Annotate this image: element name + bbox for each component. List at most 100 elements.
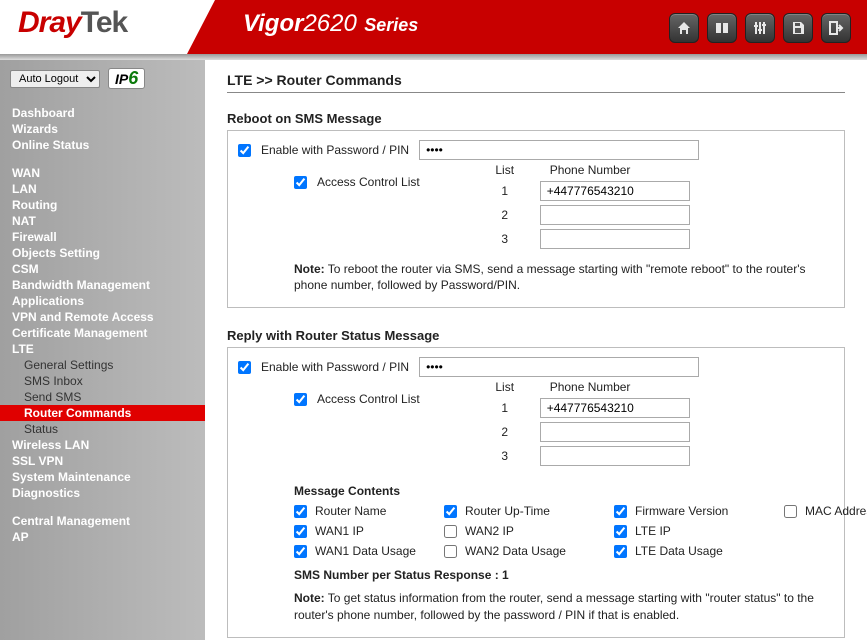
- nav-lte[interactable]: LTE: [12, 341, 193, 357]
- msg-content-option: [784, 524, 867, 538]
- nav-dashboard[interactable]: Dashboard: [12, 105, 193, 121]
- nav-apps[interactable]: Applications: [12, 293, 193, 309]
- msg-content-label: WAN1 Data Usage: [315, 544, 416, 558]
- msg-content-label: WAN1 IP: [315, 524, 364, 538]
- status-pin-input[interactable]: [419, 357, 699, 377]
- status-enable-checkbox[interactable]: [238, 361, 251, 374]
- nav-online-status[interactable]: Online Status: [12, 137, 193, 153]
- nav-lte-router-cmds[interactable]: Router Commands: [0, 405, 205, 421]
- msg-content-label: LTE IP: [635, 524, 671, 538]
- reboot-phone-2[interactable]: [540, 205, 690, 225]
- list-header-list: List: [490, 163, 520, 177]
- nav-lte-sms-inbox[interactable]: SMS Inbox: [12, 373, 193, 389]
- nav-wan[interactable]: WAN: [12, 165, 193, 181]
- ipv6-badge[interactable]: IP6: [108, 68, 145, 89]
- status-list-idx-1: 1: [490, 401, 520, 415]
- msg-content-checkbox[interactable]: [294, 545, 307, 558]
- status-phone-3[interactable]: [540, 446, 690, 466]
- status-acl-checkbox[interactable]: [294, 393, 307, 406]
- msg-content-option[interactable]: WAN1 Data Usage: [294, 544, 444, 558]
- msg-content-checkbox[interactable]: [614, 545, 627, 558]
- nav-wlan[interactable]: Wireless LAN: [12, 437, 193, 453]
- reboot-phone-1[interactable]: [540, 181, 690, 201]
- msg-content-label: Firmware Version: [635, 504, 728, 518]
- nav-lan[interactable]: LAN: [12, 181, 193, 197]
- list-header-list-2: List: [490, 380, 520, 394]
- msg-content-label: Router Up-Time: [465, 504, 550, 518]
- status-phone-2[interactable]: [540, 422, 690, 442]
- msg-content-checkbox[interactable]: [614, 505, 627, 518]
- sms-count-label: SMS Number per Status Response : 1: [294, 568, 834, 582]
- msg-content-option[interactable]: Router Name: [294, 504, 444, 518]
- nav-sysmaint[interactable]: System Maintenance: [12, 469, 193, 485]
- msg-content-label: Router Name: [315, 504, 386, 518]
- content-pane: LTE >> Router Commands Reboot on SMS Mes…: [205, 60, 867, 640]
- nav-central-mgmt[interactable]: Central Management: [12, 513, 193, 529]
- msg-content-checkbox[interactable]: [294, 505, 307, 518]
- msg-content-option[interactable]: LTE IP: [614, 524, 784, 538]
- msg-content-option[interactable]: LTE Data Usage: [614, 544, 784, 558]
- nav-lte-send-sms[interactable]: Send SMS: [12, 389, 193, 405]
- nav-nat[interactable]: NAT: [12, 213, 193, 229]
- nav-sslvpn[interactable]: SSL VPN: [12, 453, 193, 469]
- save-icon[interactable]: [783, 13, 813, 43]
- product-prefix: Vigor: [243, 10, 303, 37]
- product-model: 2620: [303, 10, 356, 37]
- msg-content-option[interactable]: WAN2 IP: [444, 524, 614, 538]
- nav-vpn[interactable]: VPN and Remote Access: [12, 309, 193, 325]
- panel-reboot: Enable with Password / PIN Access Contro…: [227, 130, 845, 308]
- nav-wizards[interactable]: Wizards: [12, 121, 193, 137]
- msg-content-option[interactable]: Firmware Version: [614, 504, 784, 518]
- msg-content-label: LTE Data Usage: [635, 544, 723, 558]
- msg-content-checkbox[interactable]: [784, 505, 797, 518]
- reboot-acl-label: Access Control List: [317, 175, 420, 189]
- header-icon-bar: [669, 13, 851, 43]
- nav-ap[interactable]: AP: [12, 529, 193, 545]
- reboot-acl-checkbox[interactable]: [294, 176, 307, 189]
- nav-diag[interactable]: Diagnostics: [12, 485, 193, 501]
- brand-part2: Tek: [81, 6, 127, 39]
- nav-cert[interactable]: Certificate Management: [12, 325, 193, 341]
- status-phone-1[interactable]: [540, 398, 690, 418]
- auto-logout-select[interactable]: Auto Logout: [10, 70, 100, 88]
- msg-content-checkbox[interactable]: [294, 525, 307, 538]
- nav-lte-status[interactable]: Status: [12, 421, 193, 437]
- dashboard-icon[interactable]: [707, 13, 737, 43]
- list-header-phone-2: Phone Number: [550, 380, 700, 394]
- nav-objects[interactable]: Objects Setting: [12, 245, 193, 261]
- msg-content-checkbox[interactable]: [444, 545, 457, 558]
- reboot-list-idx-2: 2: [490, 208, 520, 222]
- nav-lte-general[interactable]: General Settings: [12, 357, 193, 373]
- status-list-idx-3: 3: [490, 449, 520, 463]
- sliders-icon[interactable]: [745, 13, 775, 43]
- section-reboot-title: Reboot on SMS Message: [227, 111, 845, 126]
- nav-csm[interactable]: CSM: [12, 261, 193, 277]
- status-note: Note: To get status information from the…: [294, 590, 834, 622]
- home-icon[interactable]: [669, 13, 699, 43]
- msg-content-option[interactable]: WAN2 Data Usage: [444, 544, 614, 558]
- nav-bw-mgmt[interactable]: Bandwidth Management: [12, 277, 193, 293]
- msg-content-option[interactable]: MAC Address: [784, 504, 867, 518]
- brand-part1: Dray: [18, 6, 81, 39]
- msg-content-checkbox[interactable]: [614, 525, 627, 538]
- msg-content-label: WAN2 IP: [465, 524, 514, 538]
- reboot-phone-3[interactable]: [540, 229, 690, 249]
- product-banner: Vigor2620 Series: [215, 0, 867, 54]
- reboot-list-idx-1: 1: [490, 184, 520, 198]
- status-acl-label: Access Control List: [317, 392, 420, 406]
- msg-content-option[interactable]: WAN1 IP: [294, 524, 444, 538]
- reboot-pin-input[interactable]: [419, 140, 699, 160]
- status-enable-label: Enable with Password / PIN: [261, 360, 409, 374]
- panel-status: Enable with Password / PIN Access Contro…: [227, 347, 845, 637]
- msg-content-option[interactable]: Router Up-Time: [444, 504, 614, 518]
- status-list-idx-2: 2: [490, 425, 520, 439]
- msg-content-checkbox[interactable]: [444, 525, 457, 538]
- section-status-title: Reply with Router Status Message: [227, 328, 845, 343]
- msg-content-label: MAC Address: [805, 504, 867, 518]
- msg-content-checkbox[interactable]: [444, 505, 457, 518]
- logout-icon[interactable]: [821, 13, 851, 43]
- nav-firewall[interactable]: Firewall: [12, 229, 193, 245]
- reboot-enable-checkbox[interactable]: [238, 144, 251, 157]
- app-header: DrayTek Vigor2620 Series: [0, 0, 867, 54]
- nav-routing[interactable]: Routing: [12, 197, 193, 213]
